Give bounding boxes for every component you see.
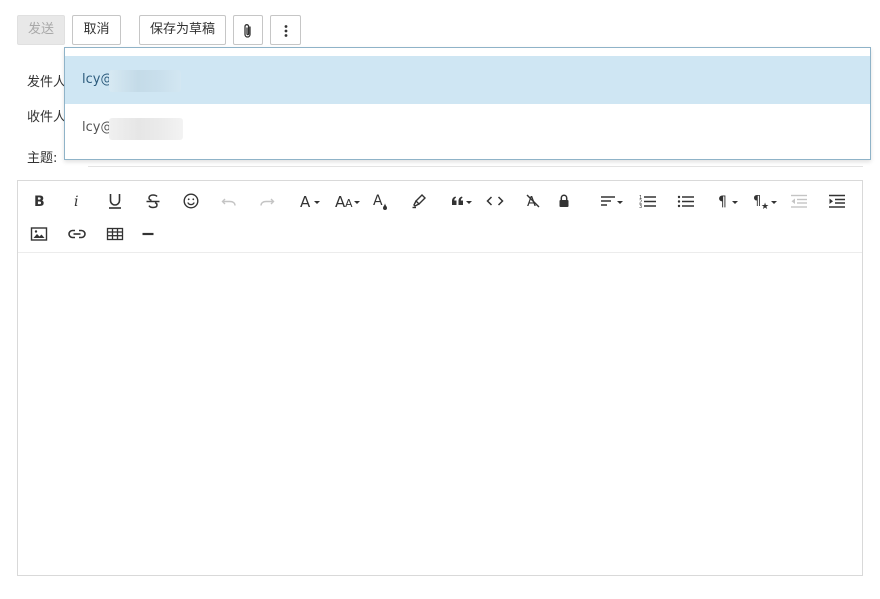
outdent-icon [791, 194, 807, 208]
highlight-button[interactable] [405, 188, 433, 214]
italic-icon: i [74, 194, 78, 209]
autocomplete-option[interactable]: lcy@ [65, 104, 870, 152]
code-icon [486, 196, 504, 206]
smiley-icon [183, 193, 199, 209]
underline-button[interactable] [101, 188, 129, 214]
paperclip-icon [244, 24, 251, 38]
undo-button[interactable] [215, 188, 243, 214]
clear-format-button[interactable]: A [519, 188, 547, 214]
horizontal-rule-icon [142, 232, 154, 236]
subject-input-underline[interactable] [88, 166, 863, 167]
align-left-icon [601, 196, 623, 206]
svg-text:3: 3 [639, 204, 642, 209]
svg-text:★: ★ [761, 202, 769, 209]
ordered-list-icon: 1 2 3 [639, 195, 656, 209]
bold-button[interactable]: B [25, 188, 53, 214]
horizontal-rule-button[interactable] [134, 221, 162, 247]
strikethrough-icon [146, 194, 160, 209]
more-options-button[interactable] [270, 15, 301, 45]
svg-text:i: i [74, 194, 78, 209]
text-color-icon: A [373, 193, 387, 210]
from-label: 发件人 [27, 75, 67, 90]
redacted-email-blur [109, 70, 181, 92]
unordered-list-button[interactable] [672, 188, 700, 214]
redo-icon [260, 198, 275, 206]
svg-text:A: A [300, 193, 311, 209]
clear-format-icon: A [526, 194, 540, 209]
svg-text:A: A [373, 193, 383, 209]
paragraph-icon: ¶ [718, 194, 738, 209]
text-color-button[interactable]: A [367, 188, 395, 214]
rich-text-editor: B i A A A A A 1 2 3 ¶ ¶ ★ [17, 180, 863, 576]
send-button[interactable]: 发送 [17, 15, 65, 45]
paragraph-style-icon: ¶ ★ [753, 194, 777, 209]
link-icon [68, 229, 86, 239]
ordered-list-button[interactable]: 1 2 3 [634, 188, 662, 214]
unordered-list-icon [677, 195, 694, 208]
quote-icon [452, 196, 472, 205]
autocomplete-option-selected[interactable]: lcy@ [65, 56, 870, 104]
redacted-email-blur [109, 118, 183, 140]
compose-page: 发送 取消 保存为草稿 发件人 收件人 主题: lcy@ lcy@ B i A … [0, 0, 880, 599]
bold-icon: B [34, 194, 45, 209]
image-icon [30, 227, 48, 241]
align-button[interactable] [596, 188, 628, 214]
font-family-button[interactable]: A [295, 188, 327, 214]
cancel-button[interactable]: 取消 [72, 15, 121, 45]
editor-content-area[interactable] [18, 253, 862, 575]
paragraph-style-button[interactable]: ¶ ★ [749, 188, 783, 214]
editor-toolbar: B i A A A A A 1 2 3 ¶ ¶ ★ [18, 181, 862, 253]
undo-icon [221, 198, 236, 206]
more-vertical-icon [284, 25, 287, 37]
to-label: 收件人 [27, 110, 67, 125]
font-family-icon: A [300, 193, 320, 209]
subject-label: 主题: [27, 151, 58, 166]
svg-text:A: A [345, 197, 353, 209]
emoji-button[interactable] [177, 188, 205, 214]
svg-text:¶: ¶ [718, 194, 727, 209]
paragraph-format-button[interactable]: ¶ [713, 188, 745, 214]
lock-button[interactable] [550, 188, 578, 214]
italic-button[interactable]: i [63, 188, 91, 214]
indent-button[interactable] [823, 188, 851, 214]
highlighter-icon [412, 194, 426, 209]
save-draft-button[interactable]: 保存为草稿 [139, 15, 226, 45]
recipient-autocomplete-dropdown: lcy@ lcy@ [64, 47, 871, 160]
redo-button[interactable] [253, 188, 281, 214]
quote-button[interactable] [446, 188, 478, 214]
strikethrough-button[interactable] [139, 188, 167, 214]
insert-table-button[interactable] [101, 221, 129, 247]
font-size-button[interactable]: A A [332, 188, 364, 214]
font-size-icon: A A [335, 193, 360, 209]
svg-text:B: B [34, 194, 45, 209]
code-button[interactable] [481, 188, 509, 214]
insert-link-button[interactable] [63, 221, 91, 247]
outdent-button[interactable] [785, 188, 813, 214]
attach-button[interactable] [233, 15, 263, 45]
underline-icon [109, 194, 121, 209]
lock-icon [559, 194, 569, 207]
indent-icon [829, 194, 845, 208]
insert-image-button[interactable] [25, 221, 53, 247]
table-icon [106, 227, 124, 241]
